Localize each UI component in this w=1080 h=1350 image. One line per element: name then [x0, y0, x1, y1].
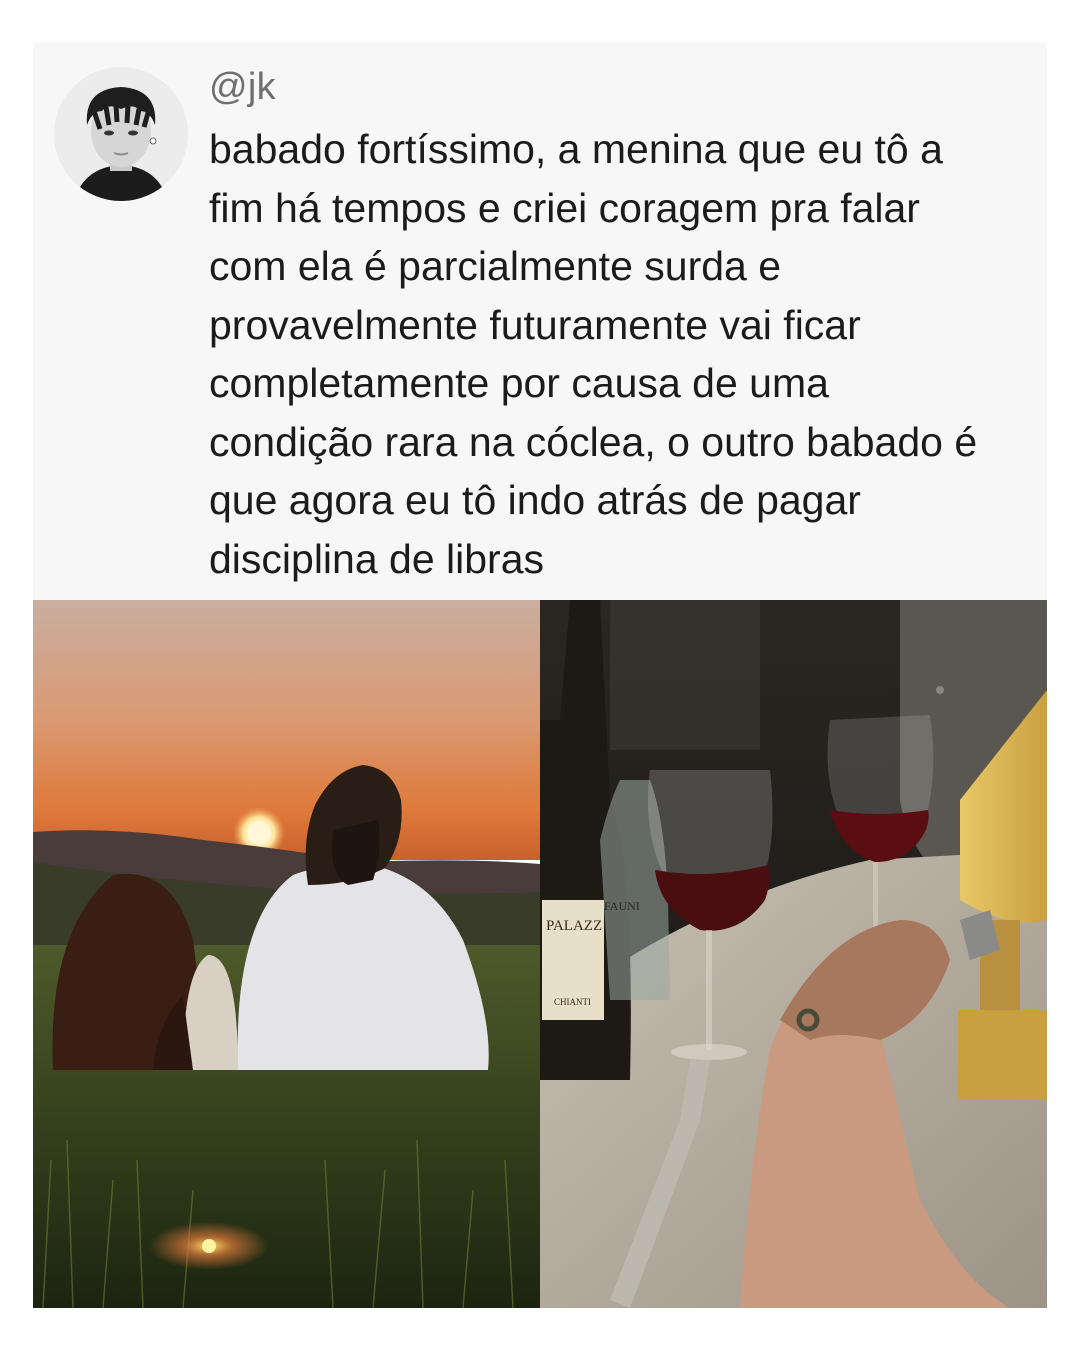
post-text-line: disciplina de libras [209, 535, 545, 582]
post-text-line: fim há tempos e criei coragem pra falar [209, 184, 920, 231]
profile-photo-icon [54, 67, 188, 201]
user-handle[interactable]: @jk [209, 66, 276, 109]
photo-sunset-couple[interactable] [33, 600, 540, 1308]
sunset-couple-image [33, 600, 540, 1308]
post-text: babado fortíssimo, a menina que eu tô a … [209, 120, 1044, 588]
bottle-label: PALAZZ [546, 918, 602, 934]
water-bottle-label: FAUNI [604, 899, 640, 913]
post-text-line: condição rara na cóclea, o outro babado … [209, 418, 978, 465]
post-text-line: com ela é parcialmente surda e [209, 243, 782, 289]
bottle-label-sub: CHIANTI [554, 997, 591, 1007]
post-text-line: completamente por causa de uma [209, 360, 829, 406]
avatar[interactable] [54, 67, 188, 201]
dinner-hands-image: PALAZZ CHIANTI FAUNI [540, 600, 1047, 1308]
post-text-line: provavelmente futuramente vai ficar [209, 301, 861, 348]
post-text-line: babado fortíssimo, a menina que eu tô a [209, 126, 943, 172]
photo-dinner-hands[interactable]: PALAZZ CHIANTI FAUNI [540, 600, 1047, 1308]
post-text-line: que agora eu tô indo atrás de pagar [209, 477, 861, 523]
